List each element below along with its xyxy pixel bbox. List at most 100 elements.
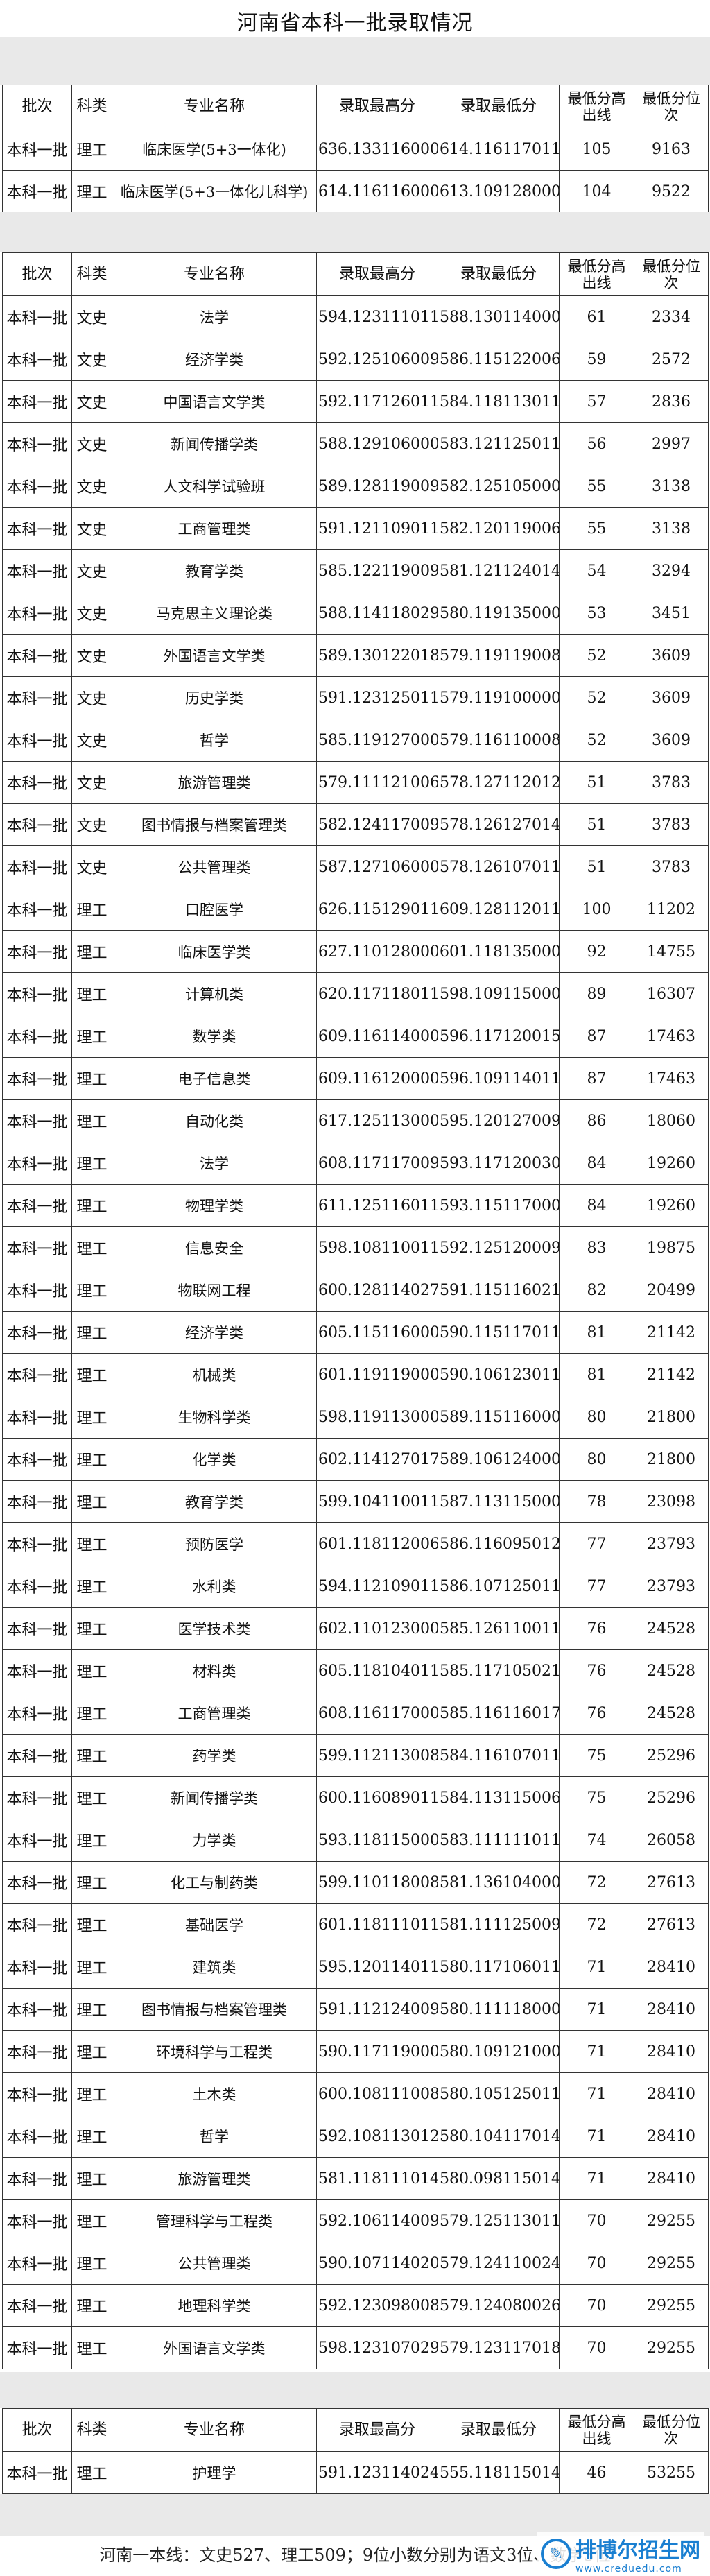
cell-diff: 80 [559,1438,634,1481]
col-header-major: 专业名称 [112,85,317,128]
cell-diff: 80 [559,1396,634,1439]
cell-max-score: 592.117126011 [316,380,438,423]
cell-category: 理工 [71,1607,112,1650]
cell-diff: 89 [559,972,634,1015]
cell-rank: 53255 [634,2451,709,2494]
cell-category: 理工 [71,2242,112,2285]
table-row: 本科一批 文史 历史学类 591.123125011 579.119100000 52 36… [2,676,709,719]
band-divider-3 [0,2372,710,2408]
cell-category: 理工 [71,1396,112,1439]
cell-max-score: 600.108111008 [316,2072,438,2115]
cell-batch: 本科一批 [2,2199,72,2242]
cell-major: 预防医学 [112,1522,317,1565]
table-row: 本科一批 理工 临床医学(5+3一体化) 636.133116000 614.11611… [2,128,709,171]
cell-min-score: 581.111125009 [438,1903,560,1946]
col-header-rank: 最低分位次 [634,85,709,128]
table-row: 本科一批 文史 经济学类 592.125106009 586.115122006 59 25… [2,338,709,381]
cell-major: 化学类 [112,1438,317,1481]
cell-min-score: 579.124110024 [438,2242,560,2285]
cell-diff: 86 [559,1099,634,1142]
cell-major: 电子信息类 [112,1057,317,1100]
cell-rank: 28410 [634,2115,709,2158]
cell-min-score: 591.115116021 [438,1269,560,1312]
cell-category: 理工 [71,1353,112,1396]
table-row: 本科一批 理工 机械类 601.119119000 590.106123011 81 211… [2,1353,709,1396]
cell-min-score: 580.111118000 [438,1988,560,2031]
cell-diff: 57 [559,380,634,423]
cell-max-score: 636.133116000 [316,128,438,171]
cell-batch: 本科一批 [2,1988,72,2031]
cell-category: 理工 [71,1903,112,1946]
table-row: 本科一批 理工 计算机类 620.117118011 598.109115000 89 16… [2,972,709,1015]
cell-min-score: 582.125105000 [438,465,560,508]
cell-diff: 71 [559,2157,634,2200]
cell-rank: 28410 [634,1988,709,2031]
cell-diff: 53 [559,592,634,635]
watermark-url: www.creduedu.com [575,2564,682,2575]
table-row: 本科一批 文史 中国语言文学类 592.117126011 584.118113011 5… [2,380,709,423]
cell-major: 工商管理类 [112,507,317,550]
cell-diff: 54 [559,549,634,592]
cell-batch: 本科一批 [2,1057,72,1100]
cell-category: 理工 [71,888,112,931]
cell-rank: 3783 [634,761,709,804]
cell-batch: 本科一批 [2,1819,72,1862]
cell-major: 土木类 [112,2072,317,2115]
cell-min-score: 587.113115000 [438,1480,560,1523]
col-header-category: 科类 [71,2408,112,2452]
cell-rank: 27613 [634,1861,709,1904]
cell-max-score: 601.119119000 [316,1353,438,1396]
table-row: 本科一批 理工 新闻传播学类 600.116089011 584.113115006 75… [2,1776,709,1819]
cell-max-score: 609.116120000 [316,1057,438,1100]
cell-min-score: 583.121125011 [438,422,560,465]
cell-max-score: 585.119127000 [316,719,438,762]
table-row: 本科一批 理工 信息安全 598.108110011 592.125120009 83 19… [2,1226,709,1269]
cell-max-score: 591.123125011 [316,676,438,719]
cell-category: 理工 [71,1142,112,1185]
cell-major: 教育学类 [112,1480,317,1523]
cell-diff: 70 [559,2242,634,2285]
table-row: 本科一批 文史 马克思主义理论类 588.114118029 580.119135000… [2,592,709,635]
cell-max-score: 582.124117009 [316,803,438,846]
cell-category: 理工 [71,2157,112,2200]
cell-batch: 本科一批 [2,1353,72,1396]
cell-min-score: 585.126110011 [438,1607,560,1650]
cell-batch: 本科一批 [2,803,72,846]
cell-major: 力学类 [112,1819,317,1862]
cell-rank: 20499 [634,1269,709,1312]
cell-max-score: 585.122119009 [316,549,438,592]
table-header-row: 批次 科类 专业名称 录取最高分 录取最低分 最低分高出线 最低分位次 [2,2408,709,2452]
cell-major: 自动化类 [112,1099,317,1142]
table-row: 本科一批 理工 电子信息类 609.116120000 596.109114011 87 1… [2,1057,709,1100]
cell-category: 理工 [71,1184,112,1227]
cell-category: 理工 [71,1311,112,1354]
cell-rank: 21142 [634,1353,709,1396]
table-row: 本科一批 理工 医学技术类 602.110123000 585.126110011 76 2… [2,1607,709,1650]
table-row: 本科一批 理工 旅游管理类 581.118111014 580.098115014 71 2… [2,2157,709,2200]
cell-category: 理工 [71,2030,112,2073]
table-row: 本科一批 理工 图书情报与档案管理类 591.112124009 580.1111180… [2,1988,709,2031]
cell-min-score: 590.106123011 [438,1353,560,1396]
cell-min-score: 595.120127009 [438,1099,560,1142]
cell-max-score: 626.115129011 [316,888,438,931]
cell-min-score: 580.117106011 [438,1946,560,1989]
cell-max-score: 614.116116000 [316,170,438,213]
cell-diff: 72 [559,1861,634,1904]
cell-category: 文史 [71,634,112,677]
table-row: 本科一批 文史 人文科学试验班 589.128119009 582.125105000 5… [2,465,709,508]
cell-rank: 28410 [634,2157,709,2200]
table-row: 本科一批 理工 物理学类 611.125116011 593.115117000 84 19… [2,1184,709,1227]
cell-category: 文史 [71,719,112,762]
cell-max-score: 581.118111014 [316,2157,438,2200]
cell-category: 文史 [71,465,112,508]
cell-diff: 81 [559,1353,634,1396]
cell-min-score: 585.116116017 [438,1692,560,1735]
cell-major: 教育学类 [112,549,317,592]
cell-category: 理工 [71,1099,112,1142]
cell-rank: 2997 [634,422,709,465]
cell-major: 图书情报与档案管理类 [112,1988,317,2031]
cell-diff: 61 [559,295,634,338]
cell-major: 新闻传播学类 [112,1776,317,1819]
col-header-major: 专业名称 [112,252,317,296]
admission-table-3: 批次 科类 专业名称 录取最高分 录取最低分 最低分高出线 最低分位次 本科一批… [2,2408,709,2494]
